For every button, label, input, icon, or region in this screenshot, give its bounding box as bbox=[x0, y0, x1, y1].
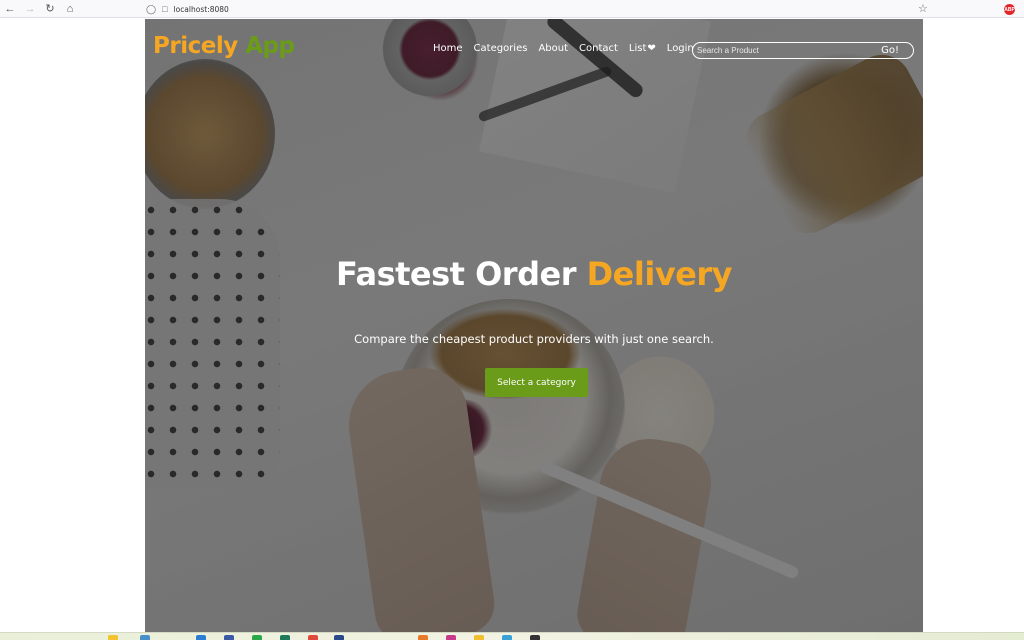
taskbar-app-icon[interactable] bbox=[474, 635, 484, 640]
reload-icon: ↻ bbox=[45, 3, 55, 15]
home-button[interactable]: ⌂ bbox=[60, 0, 80, 18]
search-input[interactable] bbox=[693, 43, 882, 58]
url-text[interactable]: localhost:8080 bbox=[174, 5, 229, 14]
taskbar-app-icon[interactable] bbox=[502, 635, 512, 640]
arrow-left-icon: ← bbox=[4, 2, 16, 15]
taskbar-app-icon[interactable] bbox=[446, 635, 456, 640]
search-form: Go! bbox=[692, 42, 914, 59]
browser-toolbar: ← → ↻ ⌂ ◯ □ localhost:8080 ☆ ABP bbox=[0, 0, 1024, 18]
hero-title: Fastest Order Delivery bbox=[145, 255, 923, 293]
hero-subtitle: Compare the cheapest product providers w… bbox=[354, 332, 714, 346]
brand-logo[interactable]: Pricely App bbox=[153, 33, 295, 59]
nav-link-categories[interactable]: Categories bbox=[474, 43, 528, 54]
nav-link-about[interactable]: About bbox=[538, 43, 568, 54]
page-viewport: Pricely App Home Categories About Contac… bbox=[145, 19, 923, 632]
brand-name-part1: Pricely bbox=[153, 33, 238, 59]
select-category-button[interactable]: Select a category bbox=[485, 368, 588, 397]
forward-button[interactable]: → bbox=[20, 0, 40, 18]
home-icon: ⌂ bbox=[66, 2, 74, 15]
nav-link-home[interactable]: Home bbox=[433, 43, 463, 54]
heart-icon: ❤ bbox=[647, 43, 656, 54]
brand-name-part2: App bbox=[245, 33, 295, 59]
hero-overlay bbox=[145, 19, 923, 632]
nav-link-list[interactable]: List❤ bbox=[629, 43, 656, 54]
nav-link-list-label: List bbox=[628, 43, 647, 54]
hero-title-main: Fastest Order bbox=[335, 255, 576, 293]
taskbar-app-icon[interactable] bbox=[280, 635, 290, 640]
nav-link-login[interactable]: Login bbox=[667, 43, 694, 54]
bookmark-star-icon[interactable]: ☆ bbox=[918, 2, 928, 15]
address-bar[interactable]: ◯ □ localhost:8080 bbox=[146, 2, 229, 16]
hero-title-accent: Delivery bbox=[586, 255, 733, 293]
reload-button[interactable]: ↻ bbox=[40, 0, 60, 18]
adblock-extension-icon[interactable]: ABP bbox=[1004, 4, 1015, 15]
nav-link-contact[interactable]: Contact bbox=[579, 43, 618, 54]
main-nav: Home Categories About Contact List❤ Logi… bbox=[433, 43, 694, 54]
page-icon: □ bbox=[162, 4, 168, 14]
taskbar-app-icon[interactable] bbox=[530, 635, 540, 640]
os-taskbar bbox=[0, 632, 1024, 640]
taskbar-app-icon[interactable] bbox=[224, 635, 234, 640]
taskbar-app-icon[interactable] bbox=[252, 635, 262, 640]
search-go-button[interactable]: Go! bbox=[881, 45, 913, 56]
taskbar-app-icon[interactable] bbox=[196, 635, 206, 640]
taskbar-app-icon[interactable] bbox=[418, 635, 428, 640]
arrow-right-icon: → bbox=[24, 2, 36, 15]
back-button[interactable]: ← bbox=[0, 0, 20, 18]
taskbar-app-icon[interactable] bbox=[334, 635, 344, 640]
taskbar-app-icon[interactable] bbox=[108, 635, 118, 640]
shield-icon: ◯ bbox=[146, 3, 157, 14]
extension-badge-text: ABP bbox=[1004, 6, 1015, 13]
taskbar-app-icon[interactable] bbox=[308, 635, 318, 640]
taskbar-app-icon[interactable] bbox=[140, 635, 150, 640]
